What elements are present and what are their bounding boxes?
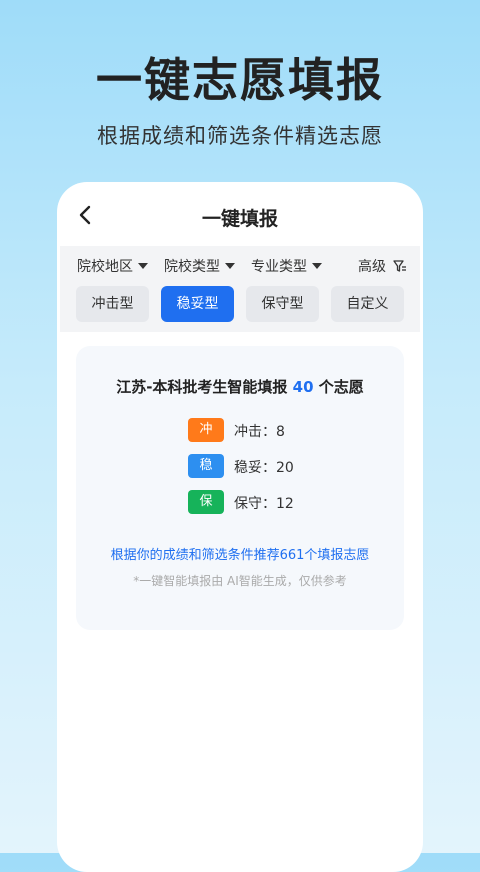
summary-prefix: 江苏-本科批考生智能填报 xyxy=(116,378,288,396)
advanced-filter-button[interactable]: 高级 xyxy=(358,256,407,276)
filter-region-label: 院校地区 xyxy=(77,259,133,275)
advanced-filter-label: 高级 xyxy=(358,259,386,275)
filter-bar: 院校地区 院校类型 专业类型 高级 冲击型 稳妥型 保守型 自定义 xyxy=(60,246,420,332)
ai-disclaimer: *一键智能填报由 AI智能生成，仅供参考 xyxy=(133,574,347,588)
count-aggressive: 冲击：8 xyxy=(234,424,285,440)
filter-region-dropdown[interactable]: 院校地区 xyxy=(77,256,148,276)
filter-school-type-label: 院校类型 xyxy=(164,259,220,275)
caret-down-icon xyxy=(138,263,148,269)
badge-conservative: 保 xyxy=(188,490,224,514)
tab-aggressive[interactable]: 冲击型 xyxy=(76,286,149,322)
nav-bar: 一键填报 xyxy=(57,182,423,246)
tab-steady[interactable]: 稳妥型 xyxy=(161,286,234,322)
hero-subtitle: 根据成绩和筛选条件精选志愿 xyxy=(97,124,383,148)
badge-aggressive: 冲 xyxy=(188,418,224,442)
filter-row: 院校地区 院校类型 专业类型 高级 xyxy=(60,256,420,280)
caret-down-icon xyxy=(312,263,322,269)
tab-custom[interactable]: 自定义 xyxy=(331,286,404,322)
filter-major-type-label: 专业类型 xyxy=(251,259,307,275)
count-steady: 稳妥：20 xyxy=(234,460,294,476)
summary-count: 40 xyxy=(292,378,314,396)
page-title: 一键填报 xyxy=(201,208,278,230)
badge-steady: 稳 xyxy=(188,454,224,478)
phone-frame: 一键填报 院校地区 院校类型 专业类型 高级 冲击型 稳妥型 保守型 自定义 江… xyxy=(57,182,423,872)
filter-major-type-dropdown[interactable]: 专业类型 xyxy=(251,256,322,276)
tab-conservative[interactable]: 保守型 xyxy=(246,286,319,322)
summary-title: 江苏-本科批考生智能填报 40 个志愿 xyxy=(76,376,404,397)
caret-down-icon xyxy=(225,263,235,269)
recommend-link[interactable]: 根据你的成绩和筛选条件推荐661个填报志愿 xyxy=(76,544,404,563)
summary-card: 江苏-本科批考生智能填报 40 个志愿 冲 冲击：8 稳 稳妥：20 保 保守：… xyxy=(76,346,404,630)
hero-title: 一键志愿填报 xyxy=(96,53,384,107)
filter-icon xyxy=(393,260,407,272)
filter-school-type-dropdown[interactable]: 院校类型 xyxy=(164,256,235,276)
count-conservative: 保守：12 xyxy=(234,496,294,512)
summary-suffix: 个志愿 xyxy=(318,378,364,396)
